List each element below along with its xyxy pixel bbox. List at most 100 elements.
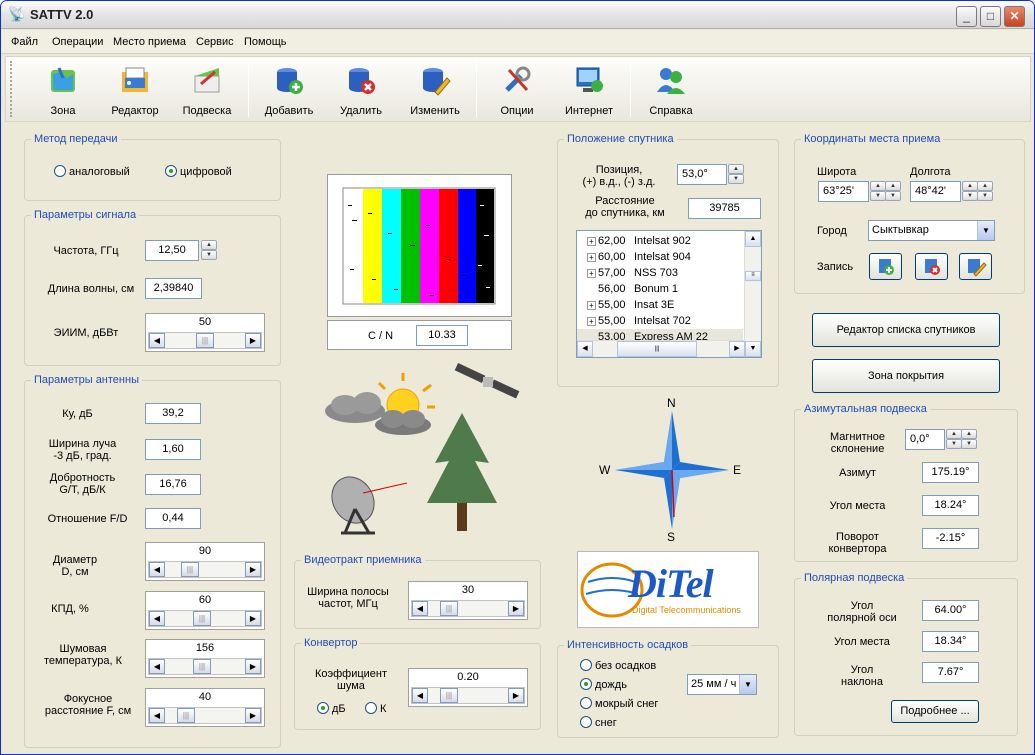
- toolbar-edit-button[interactable]: Изменить: [398, 61, 472, 119]
- scroll-right-icon[interactable]: ▶: [729, 341, 745, 357]
- spin-up-icon[interactable]: ▲: [201, 240, 217, 250]
- gt-input[interactable]: 16,76: [145, 474, 201, 495]
- list-hscrollbar[interactable]: ◀ ||| ▶: [577, 340, 745, 357]
- expand-icon[interactable]: +: [587, 300, 596, 310]
- rain-option-radio[interactable]: дождь: [580, 678, 627, 692]
- record-edit-button[interactable]: [959, 253, 992, 280]
- menu-file[interactable]: Файл: [11, 36, 38, 48]
- scroll-right-icon[interactable]: ▶: [245, 333, 261, 348]
- slider-thumb[interactable]: |||: [193, 659, 211, 674]
- toolbar-internet-button[interactable]: Интернет: [552, 61, 626, 119]
- satellite-list-item[interactable]: +55,00 Insat 3E: [577, 297, 743, 313]
- spin-down-icon[interactable]: ▼: [885, 191, 901, 201]
- slider-track[interactable]: ◀ ||| ▶: [148, 658, 262, 675]
- rain-option-radio[interactable]: мокрый снег: [580, 697, 658, 711]
- slider-thumb[interactable]: |||: [440, 601, 458, 616]
- mag-input[interactable]: 0,0°: [905, 429, 945, 450]
- expand-icon[interactable]: +: [587, 316, 596, 326]
- more-button[interactable]: Подробнее ...: [891, 700, 979, 723]
- slider-track[interactable]: ◀ ||| ▶: [148, 707, 262, 724]
- spin-up-icon[interactable]: ▲: [961, 429, 977, 439]
- close-button[interactable]: ✕: [1004, 6, 1025, 27]
- coverage-button[interactable]: Зона покрытия: [812, 359, 1000, 393]
- k-radio[interactable]: К: [365, 702, 386, 716]
- record-delete-button[interactable]: [915, 253, 948, 280]
- rain-rate-select[interactable]: 25 мм / ч ▼: [687, 674, 757, 695]
- expand-icon[interactable]: +: [587, 252, 596, 262]
- chevron-down-icon[interactable]: ▼: [739, 675, 756, 694]
- spin-up-icon[interactable]: ▲: [870, 181, 886, 191]
- maximize-button[interactable]: □: [980, 6, 1001, 27]
- spin-down-icon[interactable]: ▼: [870, 191, 886, 201]
- digital-radio[interactable]: цифровой: [165, 165, 232, 179]
- scroll-left-icon[interactable]: ◀: [412, 601, 428, 616]
- scroll-left-icon[interactable]: ◀: [149, 562, 165, 577]
- lon-sec-spinner[interactable]: ▲ ▼: [977, 181, 994, 202]
- scroll-down-icon[interactable]: ▼: [745, 341, 761, 357]
- toolbar-grip[interactable]: [10, 61, 14, 117]
- scroll-right-icon[interactable]: ▶: [508, 688, 524, 703]
- spin-down-icon[interactable]: ▼: [961, 439, 977, 449]
- scroll-right-icon[interactable]: ▶: [245, 708, 261, 723]
- scroll-right-icon[interactable]: ▶: [508, 601, 524, 616]
- analog-radio[interactable]: аналоговый: [54, 165, 130, 179]
- city-select[interactable]: Сыктывкар ▼: [868, 220, 995, 241]
- converter-noise-slider[interactable]: 0.20 ◀ ||| ▶: [408, 668, 528, 707]
- slider-thumb[interactable]: |||: [193, 611, 211, 626]
- scroll-up-icon[interactable]: ▲: [745, 231, 761, 247]
- menu-operations[interactable]: Операции: [52, 36, 103, 48]
- slider-thumb[interactable]: |||: [181, 562, 199, 577]
- chevron-down-icon[interactable]: ▼: [977, 221, 994, 240]
- spin-up-icon[interactable]: ▲: [885, 181, 901, 191]
- scroll-left-icon[interactable]: ◀: [577, 341, 593, 357]
- spin-down-icon[interactable]: ▼: [946, 439, 962, 449]
- focus-slider[interactable]: 40 ◀ ||| ▶: [145, 688, 265, 727]
- slider-track[interactable]: ◀ ||| ▶: [148, 561, 262, 578]
- scroll-right-icon[interactable]: ▶: [245, 562, 261, 577]
- pos-input[interactable]: 53,0°: [677, 164, 727, 185]
- fd-input[interactable]: 0,44: [145, 508, 201, 529]
- menu-service[interactable]: Сервис: [196, 36, 234, 48]
- toolbar-mount-button[interactable]: Подвеска: [170, 61, 244, 119]
- band-slider[interactable]: 30 ◀ ||| ▶: [408, 581, 528, 620]
- lat-sec-spinner[interactable]: ▲ ▼: [885, 181, 902, 202]
- spin-down-icon[interactable]: ▼: [201, 250, 217, 260]
- toolbar-add-button[interactable]: Добавить: [252, 61, 326, 119]
- scroll-right-icon[interactable]: ▶: [245, 611, 261, 626]
- record-add-button[interactable]: [869, 253, 902, 280]
- expand-icon[interactable]: +: [587, 236, 596, 246]
- satellite-list[interactable]: +62,00 Intelsat 902 +60,00 Intelsat 904 +57,…: [576, 230, 762, 358]
- slider-thumb[interactable]: |||: [196, 333, 214, 348]
- list-scrollbar[interactable]: ▲ ≡ ▼: [744, 231, 761, 357]
- slider-track[interactable]: ◀ ||| ▶: [148, 332, 262, 349]
- spin-up-icon[interactable]: ▲: [946, 429, 962, 439]
- toolbar-zone-button[interactable]: Зона: [26, 61, 100, 119]
- spin-up-icon[interactable]: ▲: [728, 164, 744, 174]
- scroll-right-icon[interactable]: ▶: [245, 659, 261, 674]
- hscrollbar-thumb[interactable]: |||: [617, 341, 697, 357]
- spin-down-icon[interactable]: ▼: [728, 174, 744, 184]
- lon-input[interactable]: 48°42': [910, 181, 961, 202]
- noise-temp-slider[interactable]: 156 ◀ ||| ▶: [145, 639, 265, 678]
- slider-track[interactable]: ◀ ||| ▶: [411, 687, 525, 704]
- kpd-slider[interactable]: 60 ◀ ||| ▶: [145, 591, 265, 630]
- scroll-left-icon[interactable]: ◀: [412, 688, 428, 703]
- slider-thumb[interactable]: |||: [440, 688, 458, 703]
- satellite-list-item[interactable]: +55,00 Intelsat 702: [577, 313, 743, 329]
- menu-help[interactable]: Помощь: [244, 36, 287, 48]
- pos-spinner[interactable]: ▲ ▼: [728, 164, 745, 185]
- rain-option-radio[interactable]: без осадков: [580, 659, 656, 673]
- scroll-left-icon[interactable]: ◀: [149, 333, 165, 348]
- diam-slider[interactable]: 90 ◀ ||| ▶: [145, 542, 265, 581]
- satellite-list-item[interactable]: +57,00 NSS 703: [577, 265, 743, 281]
- eirp-slider[interactable]: 50 ◀ ||| ▶: [145, 313, 265, 352]
- slider-track[interactable]: ◀ ||| ▶: [148, 610, 262, 627]
- gain-input[interactable]: 39,2: [145, 403, 201, 424]
- scroll-left-icon[interactable]: ◀: [149, 611, 165, 626]
- spin-up-icon[interactable]: ▲: [962, 181, 978, 191]
- mag-sec-spinner[interactable]: ▲ ▼: [961, 429, 978, 450]
- minimize-button[interactable]: _: [956, 6, 977, 27]
- expand-icon[interactable]: +: [587, 268, 596, 278]
- toolbar-editor-button[interactable]: Редактор: [98, 61, 172, 119]
- lat-input[interactable]: 63°25': [818, 181, 869, 202]
